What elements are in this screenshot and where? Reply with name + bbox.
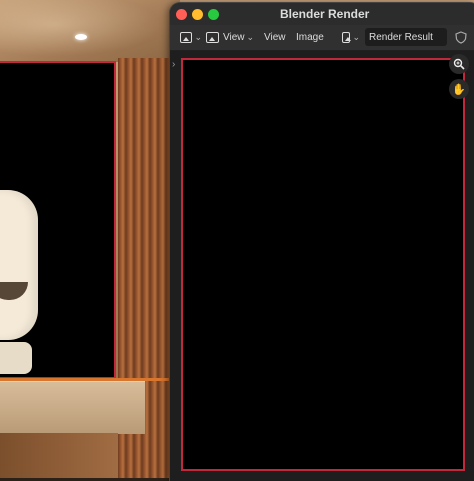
image-browse-icon <box>342 31 352 43</box>
hand-pan-icon[interactable]: ✋ <box>449 79 469 99</box>
window-title: Blender Render <box>280 7 370 21</box>
marble-counter <box>0 381 145 434</box>
menu-image[interactable]: Image <box>296 28 324 46</box>
image-editor-header: ⌄ View ⌄ View Image ⌄ Render Result <box>170 25 474 51</box>
render-window[interactable]: Blender Render ⌄ View ⌄ View Image ⌄ Ren… <box>170 3 474 481</box>
chevron-down-icon: ⌄ <box>194 31 202 42</box>
chevron-right-icon[interactable]: › <box>172 59 175 70</box>
render-result-image <box>181 58 465 471</box>
chevron-down-icon: ⌄ <box>352 31 360 42</box>
minimize-button[interactable] <box>192 9 203 20</box>
title-bar[interactable]: Blender Render <box>170 3 474 26</box>
view-mode-dropdown[interactable]: View ⌄ <box>206 28 256 46</box>
image-view-icon <box>206 31 219 43</box>
zoom-icon[interactable] <box>449 54 469 74</box>
editor-type-button[interactable]: ⌄ <box>178 28 202 46</box>
image-editor-icon <box>180 31 193 43</box>
menu-view[interactable]: View <box>264 28 286 46</box>
image-canvas[interactable]: › ✋ <box>170 51 474 481</box>
ceiling <box>0 0 180 62</box>
basin <box>0 342 32 374</box>
cabinet-front <box>0 433 118 478</box>
close-button[interactable] <box>176 9 187 20</box>
view-mode-label: View <box>223 31 245 43</box>
image-name-field[interactable]: Render Result <box>365 28 447 46</box>
round-mirror <box>0 190 38 340</box>
ceiling-light <box>75 34 87 40</box>
shield-icon[interactable] <box>454 30 468 45</box>
image-browse-button[interactable]: ⌄ <box>342 28 360 46</box>
maximize-button[interactable] <box>208 9 219 20</box>
chevron-down-icon: ⌄ <box>246 31 255 42</box>
